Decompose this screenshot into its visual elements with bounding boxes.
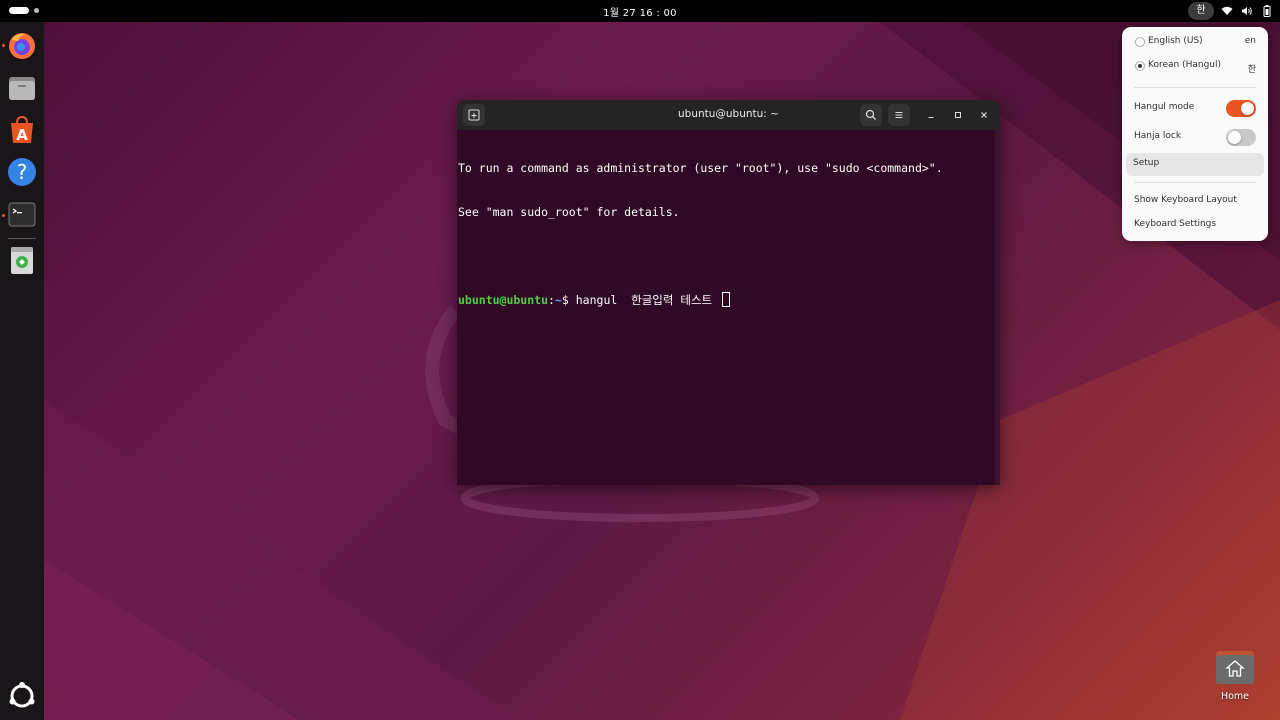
input-source-korean[interactable]: Korean (Hangul) 한 — [1126, 55, 1264, 77]
input-method-menu: English (US) en Korean (Hangul) 한 Hangul… — [1122, 27, 1268, 241]
toggle-knob — [1241, 102, 1254, 115]
prompt-user: ubuntu@ubuntu — [458, 292, 549, 307]
hangul-mode-toggle[interactable] — [1226, 100, 1256, 117]
input-source-label: English (US) — [1148, 36, 1203, 46]
desktop-home-icon[interactable]: Home — [1210, 648, 1260, 708]
svg-text:A: A — [16, 126, 28, 144]
maximize-button[interactable] — [949, 106, 967, 124]
hanja-lock-label: Hanja lock — [1134, 131, 1182, 141]
hanja-lock-item[interactable]: Hanja lock — [1126, 126, 1264, 148]
close-icon — [981, 112, 987, 118]
show-keyboard-layout-item[interactable]: Show Keyboard Layout — [1126, 190, 1264, 212]
volume-icon[interactable] — [1240, 4, 1254, 18]
prompt-separator: : — [548, 292, 555, 307]
maximize-icon — [955, 112, 961, 118]
search-icon — [865, 109, 876, 120]
terminal-line: To run a command as administrator (user … — [458, 161, 943, 175]
firefox-icon[interactable] — [6, 30, 38, 62]
show-apps-icon[interactable] — [6, 680, 38, 712]
top-bar: 1월 27 16 : 00 한 — [0, 0, 1280, 22]
keyboard-settings-item[interactable]: Keyboard Settings — [1126, 214, 1264, 236]
app-center-icon[interactable]: A — [6, 114, 38, 146]
input-source-short: 한 — [1247, 65, 1256, 75]
terminal-title: ubuntu@ubuntu: ~ — [678, 108, 779, 120]
hanja-lock-toggle[interactable] — [1226, 129, 1256, 146]
battery-icon[interactable] — [1260, 4, 1274, 18]
hamburger-menu-icon — [895, 112, 903, 118]
trash-icon[interactable] — [6, 244, 38, 276]
terminal-window[interactable]: ubuntu@ubuntu: ~ To run a command as adm… — [457, 100, 1000, 485]
help-icon[interactable]: ? — [6, 156, 38, 188]
running-indicator — [2, 214, 5, 217]
clock-text[interactable]: 1월 27 16 : 00 — [603, 8, 677, 19]
dock: A ? — [0, 22, 44, 720]
hangul-mode-item[interactable]: Hangul mode — [1126, 97, 1264, 119]
menu-button[interactable] — [888, 104, 910, 126]
minimize-button[interactable] — [922, 106, 940, 124]
home-label: Home — [1220, 691, 1250, 702]
setup-item[interactable]: Setup — [1126, 153, 1264, 176]
close-button[interactable] — [975, 106, 993, 124]
system-tray[interactable]: 한 — [1188, 2, 1274, 20]
terminal-line: See "man sudo_root" for details. — [458, 204, 680, 219]
files-icon[interactable] — [6, 72, 38, 104]
terminal-prompt-line: ubuntu@ubuntu:~$ hangul 한글입력 테스트 — [458, 291, 996, 307]
terminal-scrollbar[interactable] — [995, 130, 1000, 485]
input-source-short: en — [1244, 36, 1256, 46]
svg-text:?: ? — [17, 160, 28, 184]
prompt-path: ~ — [554, 292, 562, 307]
running-indicator — [2, 44, 5, 47]
hangul-mode-label: Hangul mode — [1134, 102, 1195, 112]
menu-separator — [1134, 182, 1256, 183]
show-keyboard-layout-label: Show Keyboard Layout — [1134, 195, 1237, 205]
terminal-cursor — [722, 291, 731, 307]
terminal-output[interactable]: To run a command as administrator (user … — [458, 132, 996, 483]
command-input: hangul 한글입력 테스트 — [575, 292, 720, 307]
toggle-knob — [1228, 131, 1241, 144]
prompt-symbol: $ — [561, 292, 576, 307]
home-folder-icon — [1216, 651, 1254, 684]
terminal-header-bar[interactable]: ubuntu@ubuntu: ~ — [457, 100, 1000, 130]
menu-separator — [1134, 87, 1256, 88]
setup-label: Setup — [1133, 158, 1160, 168]
minimize-icon — [928, 117, 934, 118]
search-button[interactable] — [860, 104, 882, 126]
wifi-icon[interactable] — [1220, 4, 1234, 18]
input-source-english[interactable]: English (US) en — [1126, 31, 1264, 53]
radio-korean[interactable] — [1135, 61, 1145, 71]
terminal-icon[interactable] — [6, 198, 38, 230]
radio-english[interactable] — [1135, 37, 1145, 47]
dock-separator — [8, 238, 36, 239]
input-source-label: Korean (Hangul) — [1148, 60, 1222, 70]
input-method-indicator[interactable]: 한 — [1188, 2, 1214, 20]
keyboard-settings-label: Keyboard Settings — [1134, 219, 1217, 229]
clock[interactable]: 1월 27 16 : 00 — [0, 4, 1280, 19]
